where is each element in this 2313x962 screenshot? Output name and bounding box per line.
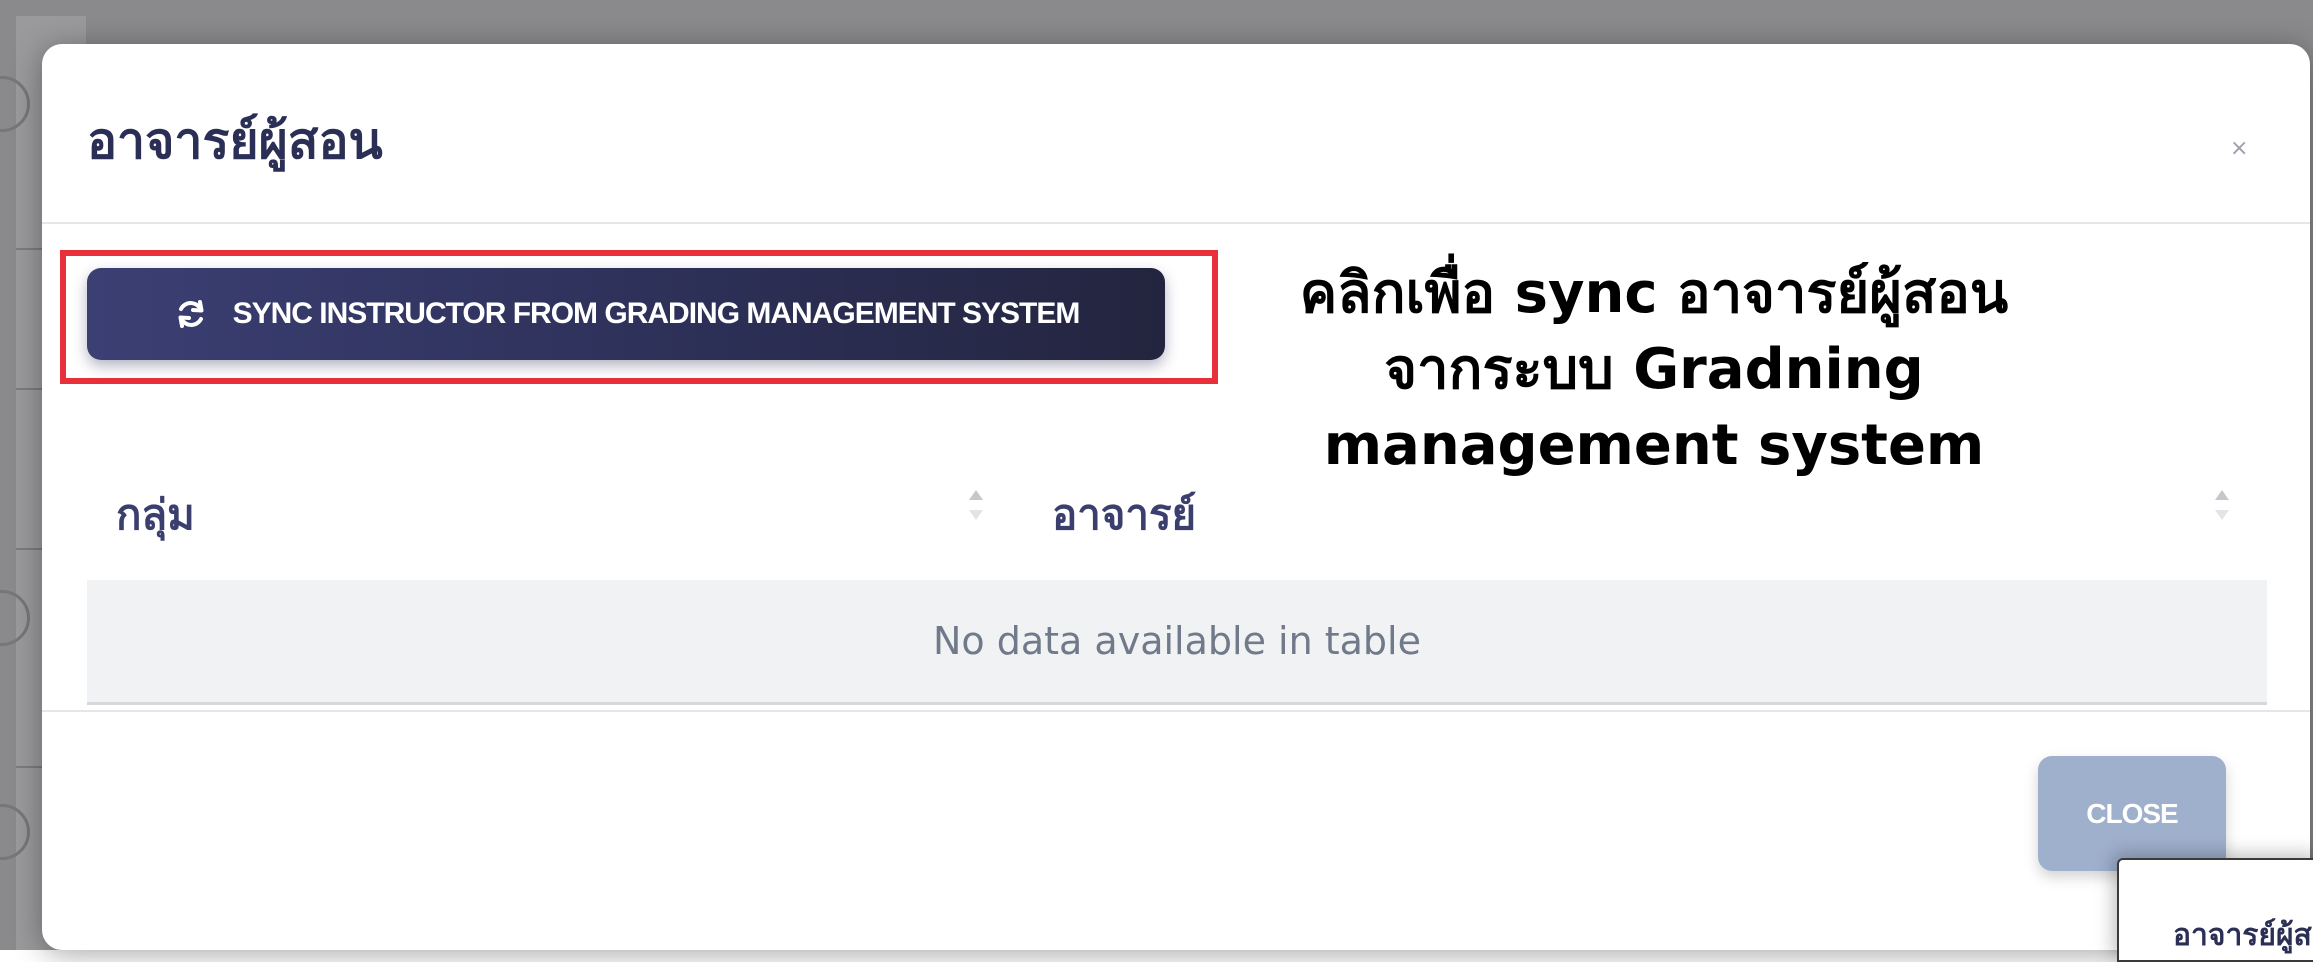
column-header-instructor[interactable]: อาจารย์ (1052, 482, 1196, 548)
sync-button-label: SYNC INSTRUCTOR FROM GRADING MANAGEMENT … (232, 297, 1081, 330)
sync-icon (178, 300, 204, 328)
table-empty-row: No data available in table (87, 580, 2267, 705)
preview-title: อาจารย์ผู้ส (2173, 918, 2312, 953)
instructor-modal: อาจารย์ผู้สอน × SYNC INSTRUCTOR FROM GRA… (42, 44, 2310, 950)
annotation-line: คลิกเพื่อ sync อาจารย์ผู้สอน (1299, 261, 2009, 326)
modal-preview-thumbnail: อาจารย์ผู้ส (2117, 858, 2313, 962)
annotation-callout: คลิกเพื่อ sync อาจารย์ผู้สอน จากระบบ Gra… (1235, 256, 2073, 484)
footer-divider (42, 710, 2310, 712)
header-divider (42, 222, 2310, 224)
modal-title: อาจารย์ผู้สอน (87, 112, 383, 170)
annotation-line: management system (1323, 413, 1985, 478)
sort-icon[interactable] (2212, 488, 2232, 528)
close-x-icon[interactable]: × (2230, 136, 2248, 161)
sync-instructor-button[interactable]: SYNC INSTRUCTOR FROM GRADING MANAGEMENT … (87, 268, 1165, 360)
sort-icon[interactable] (966, 488, 986, 528)
close-button[interactable]: CLOSE (2038, 756, 2226, 871)
annotation-line: จากระบบ Gradning (1384, 337, 1924, 402)
column-header-group[interactable]: กลุ่ม (116, 482, 195, 548)
